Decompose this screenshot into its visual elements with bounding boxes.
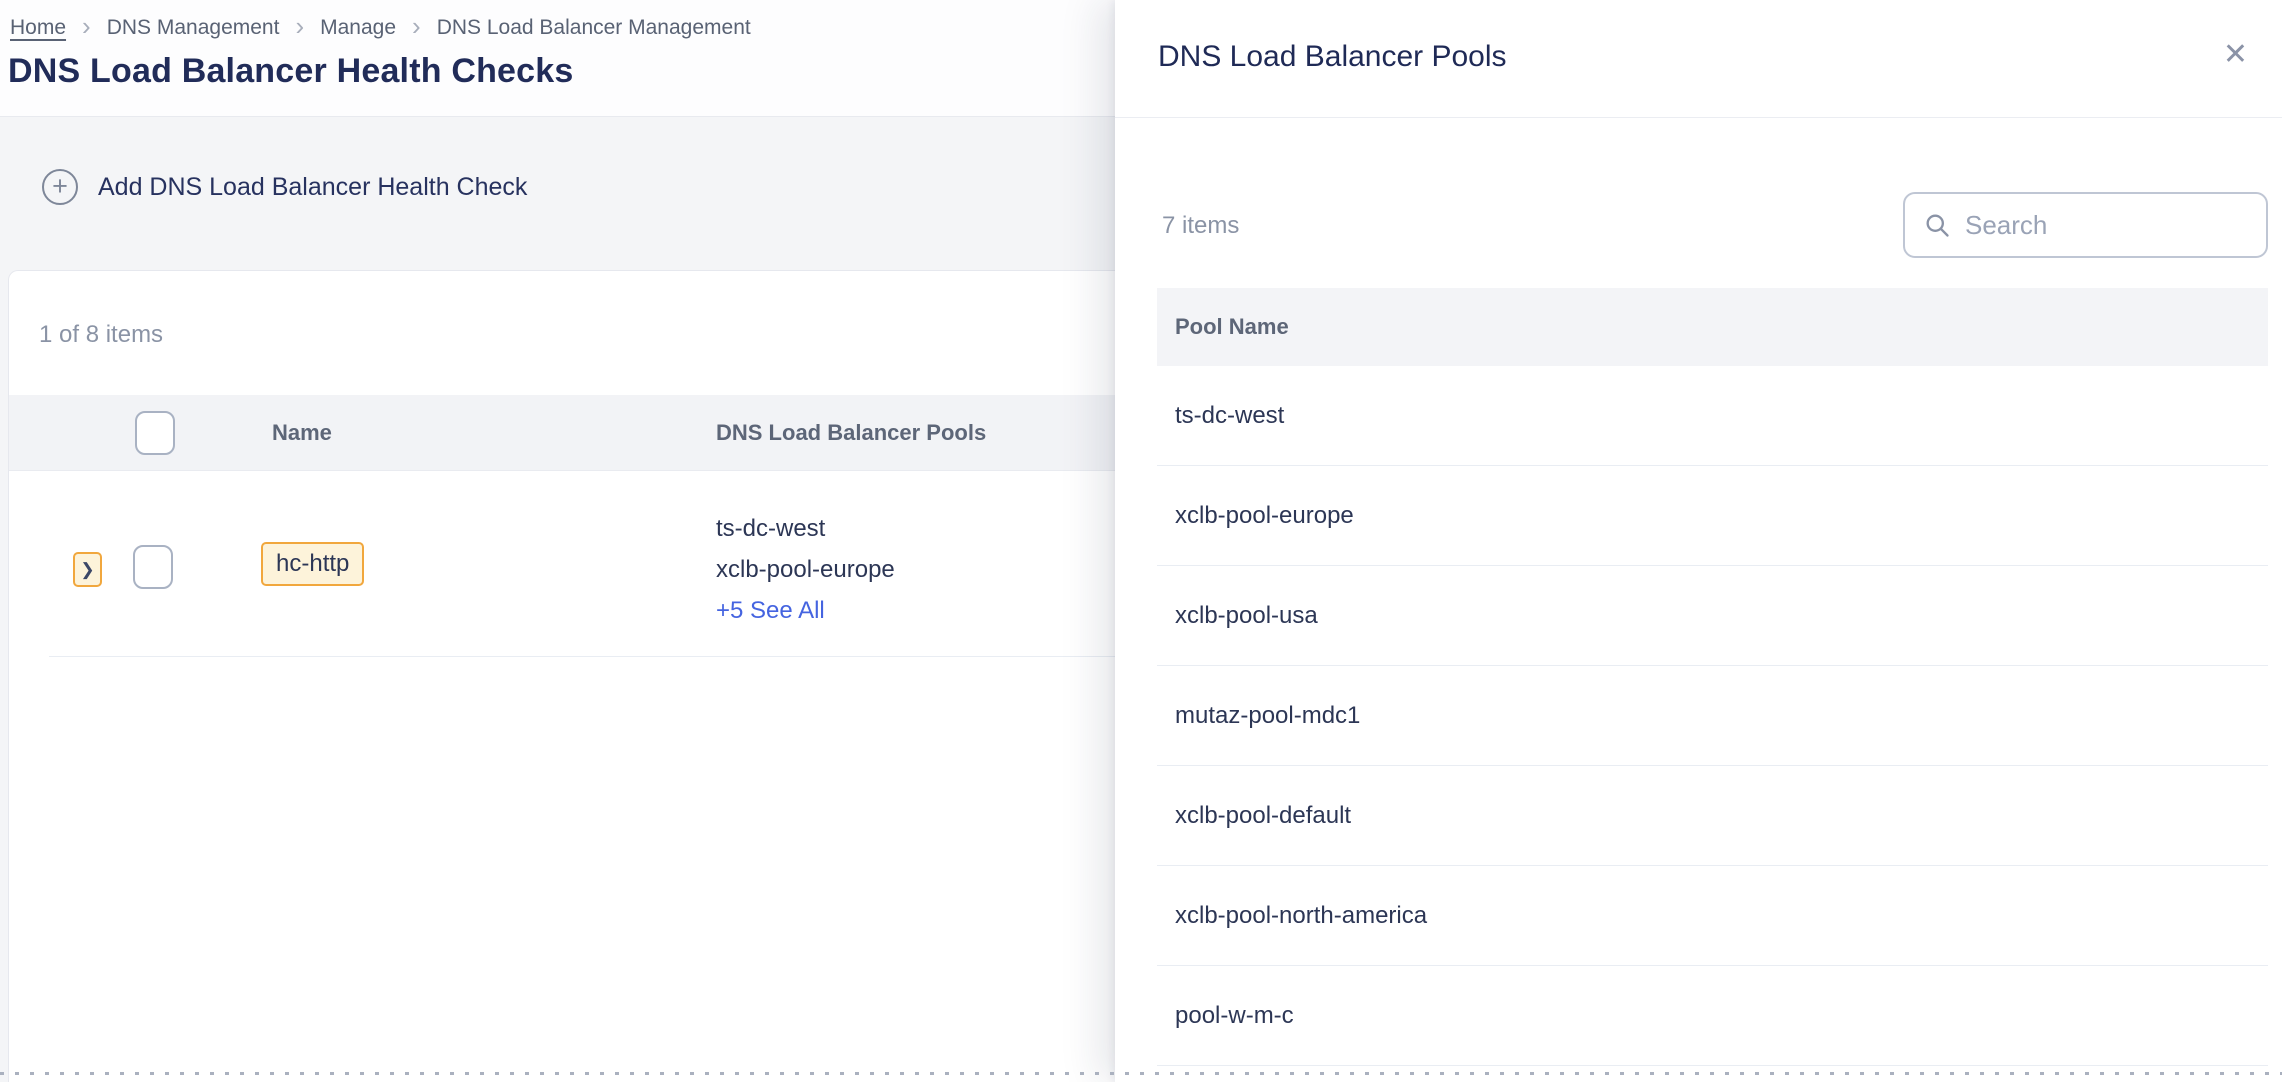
app-root: Home › DNS Management › Manage › DNS Loa… (0, 0, 2282, 1082)
search-box[interactable] (1903, 192, 2268, 258)
breadcrumb-manage[interactable]: Manage (320, 16, 396, 40)
breadcrumb: Home › DNS Management › Manage › DNS Loa… (10, 15, 751, 41)
pool-row: pool-w-m-c (1157, 966, 2268, 1066)
see-all-link[interactable]: +5 See All (716, 590, 895, 631)
chevron-right-icon: › (412, 13, 421, 39)
add-health-check-button[interactable]: + Add DNS Load Balancer Health Check (42, 169, 527, 205)
pool-row: ts-dc-west (1157, 366, 2268, 466)
drawer-title: DNS Load Balancer Pools (1158, 40, 1507, 74)
column-header-name: Name (272, 420, 332, 446)
chevron-right-icon: ❯ (80, 561, 94, 578)
pool-row: xclb-pool-default (1157, 766, 2268, 866)
breadcrumb-home[interactable]: Home (10, 16, 66, 40)
search-input[interactable] (1965, 210, 2248, 241)
pool-name-text: xclb-pool-europe (716, 549, 895, 590)
plus-circle-icon: + (42, 169, 78, 205)
search-icon (1923, 211, 1951, 239)
dotted-cutoff-line (0, 1072, 2282, 1075)
breadcrumb-dns-management[interactable]: DNS Management (107, 16, 280, 40)
drawer-items-count: 7 items (1162, 212, 1239, 240)
health-check-name[interactable]: hc-http (261, 542, 364, 586)
pools-cell: ts-dc-west xclb-pool-europe +5 See All (716, 508, 895, 631)
column-header-pools: DNS Load Balancer Pools (716, 420, 986, 446)
expand-row-button[interactable]: ❯ (73, 552, 102, 587)
items-count: 1 of 8 items (39, 321, 163, 349)
pool-row: mutaz-pool-mdc1 (1157, 666, 2268, 766)
pool-row: xclb-pool-usa (1157, 566, 2268, 666)
pools-drawer: DNS Load Balancer Pools ✕ 7 items Pool N… (1115, 0, 2282, 1082)
breadcrumb-current: DNS Load Balancer Management (437, 16, 751, 40)
select-all-checkbox[interactable] (135, 411, 175, 455)
drawer-header: DNS Load Balancer Pools ✕ (1115, 0, 2282, 118)
pool-row: xclb-pool-europe (1157, 466, 2268, 566)
pool-name-text: ts-dc-west (716, 508, 895, 549)
pool-name-column-header: Pool Name (1157, 288, 2268, 366)
chevron-right-icon: › (295, 13, 304, 39)
chevron-right-icon: › (82, 13, 91, 39)
select-row-checkbox[interactable] (133, 545, 173, 589)
add-health-check-label: Add DNS Load Balancer Health Check (98, 173, 527, 202)
pools-table: Pool Name ts-dc-west xclb-pool-europe xc… (1157, 288, 2268, 1066)
pool-row: xclb-pool-north-america (1157, 866, 2268, 966)
page-title: DNS Load Balancer Health Checks (8, 52, 574, 91)
close-button[interactable]: ✕ (2223, 40, 2248, 70)
